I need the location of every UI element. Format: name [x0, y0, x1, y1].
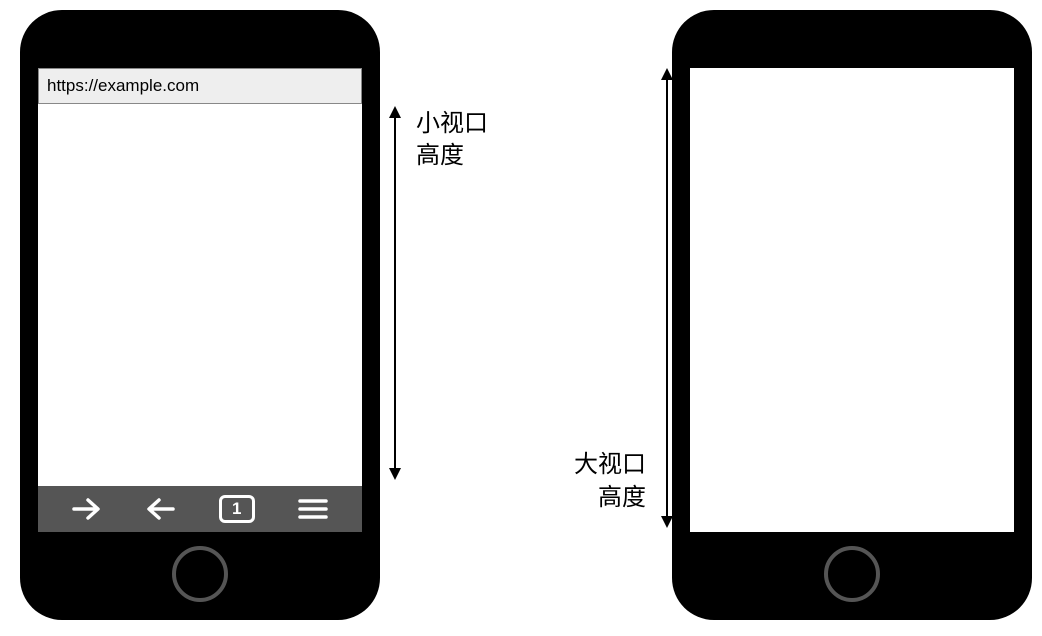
small-viewport-label-line2: 高度 [416, 140, 488, 172]
small-viewport-label-line1: 小视口 [416, 108, 488, 140]
diagram-container: https://example.com 1 [0, 0, 1042, 630]
hamburger-menu-icon[interactable] [298, 497, 328, 521]
large-viewport-label: 大视口 高度 [574, 449, 646, 514]
small-viewport-annotation: 小视口 高度 [388, 108, 488, 478]
small-viewport-area [38, 104, 362, 486]
right-phone-screen [690, 68, 1014, 532]
url-bar[interactable]: https://example.com [38, 68, 362, 104]
left-phone-frame: https://example.com 1 [20, 10, 380, 620]
browser-bottom-bar: 1 [38, 486, 362, 532]
url-text: https://example.com [47, 76, 199, 96]
home-button-right[interactable] [824, 546, 880, 602]
large-viewport-annotation: 大视口 高度 [574, 70, 668, 526]
right-phone-group [672, 10, 1032, 620]
tab-count: 1 [232, 499, 241, 519]
large-viewport-label-line1: 大视口 [574, 449, 646, 481]
tabs-badge-icon[interactable]: 1 [219, 495, 255, 523]
large-viewport-arrow [666, 70, 668, 526]
back-arrow-icon[interactable] [145, 496, 175, 522]
left-phone-group: https://example.com 1 [20, 10, 380, 620]
small-viewport-arrow [394, 108, 396, 478]
right-phone-frame [672, 10, 1032, 620]
left-phone-screen: https://example.com 1 [38, 68, 362, 532]
home-button-left[interactable] [172, 546, 228, 602]
small-viewport-label: 小视口 高度 [416, 108, 488, 173]
large-viewport-area [690, 68, 1014, 532]
forward-arrow-icon[interactable] [72, 496, 102, 522]
large-viewport-label-line2: 高度 [574, 482, 646, 514]
